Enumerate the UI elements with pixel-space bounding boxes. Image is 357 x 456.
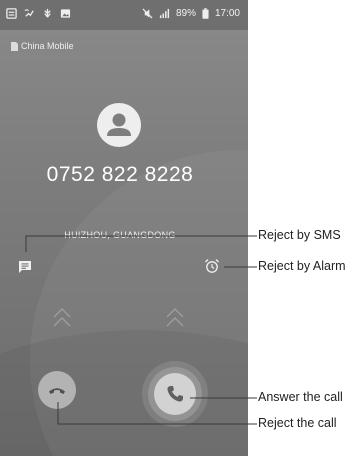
label-answer-call: Answer the call <box>258 390 343 404</box>
callout-line-reject <box>57 402 257 425</box>
label-reject-sms: Reject by SMS <box>258 228 341 242</box>
callout-line-sms <box>25 235 257 252</box>
label-reject-call: Reject the call <box>258 416 337 430</box>
label-reject-alarm: Reject by Alarm <box>258 259 346 273</box>
